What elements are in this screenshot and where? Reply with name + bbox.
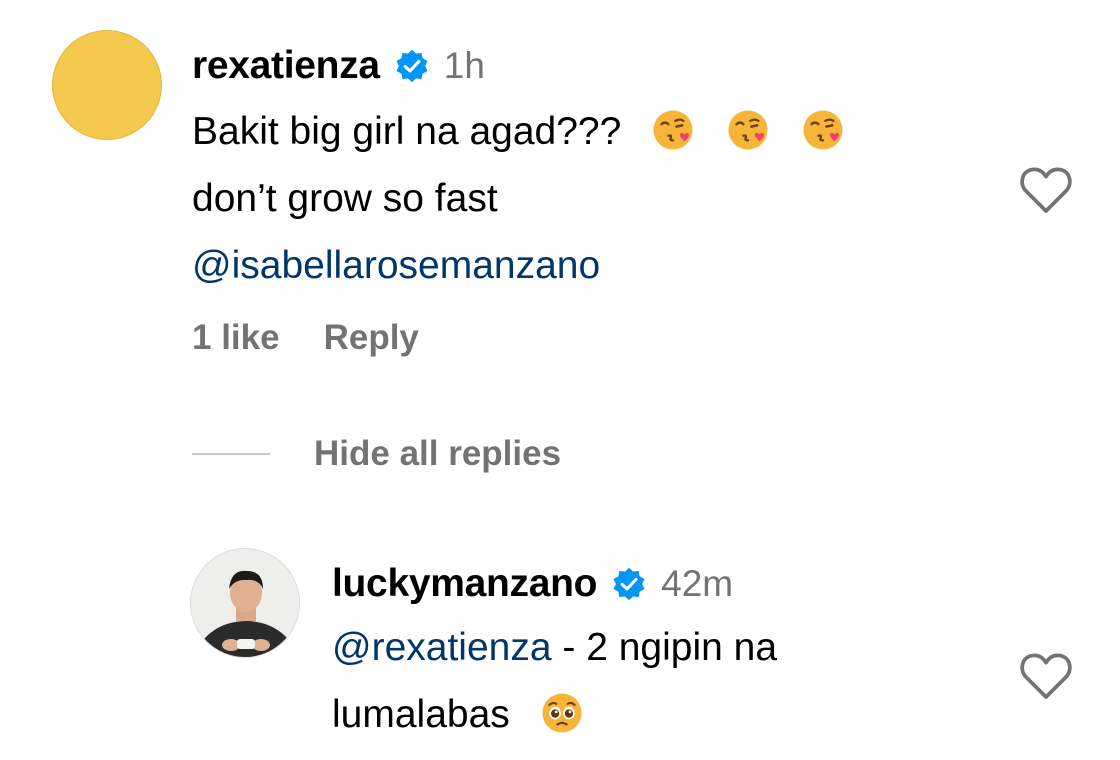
timestamp[interactable]: 1h — [444, 45, 485, 87]
reply-text: @rexatienza - 2 ngipin na lumalabas — [332, 614, 1012, 748]
comment: rexatienza 1h Bakit big girl na agad??? — [0, 0, 1120, 473]
verified-badge-icon — [396, 49, 428, 83]
timestamp[interactable]: 42m — [661, 563, 733, 605]
username[interactable]: rexatienza — [192, 44, 380, 88]
mention-link[interactable]: @rexatienza — [332, 626, 552, 669]
username[interactable]: luckymanzano — [332, 562, 597, 606]
profile-photo-icon — [191, 549, 299, 657]
avatar[interactable] — [52, 30, 162, 140]
reply-header: luckymanzano 42m — [332, 558, 733, 610]
reply-button[interactable]: Reply — [324, 318, 419, 358]
comment-actions: 1 like Reply — [192, 318, 419, 358]
hide-replies-button[interactable]: Hide all replies — [314, 434, 561, 474]
avatar[interactable] — [190, 548, 300, 658]
divider — [192, 453, 270, 455]
kissing-face-heart-icon — [803, 110, 843, 150]
pleading-face-icon — [542, 693, 582, 733]
comment-text: Bakit big girl na agad??? don’t grow so … — [192, 98, 952, 299]
reply-text-line1: - 2 ngipin na — [551, 626, 778, 669]
kissing-face-heart-icon — [728, 110, 768, 150]
like-count[interactable]: 1 like — [192, 318, 280, 358]
reply-text-line2: lumalabas — [332, 693, 510, 736]
like-heart-icon[interactable] — [1018, 164, 1074, 216]
comment-header: rexatienza 1h — [192, 40, 485, 92]
mention-link[interactable]: @isabellarosemanzano — [192, 244, 600, 287]
reply-comment: luckymanzano 42m @rexatienza - 2 ngipin … — [0, 530, 1120, 760]
kissing-face-heart-icon — [653, 110, 693, 150]
comment-text-line2: don’t grow so fast — [192, 177, 498, 220]
verified-badge-icon — [613, 567, 645, 601]
comment-text-line1: Bakit big girl na agad??? — [192, 110, 622, 153]
replies-toggle[interactable]: Hide all replies — [192, 434, 561, 474]
comment-text-line: Bakit big girl na agad??? — [192, 98, 952, 165]
like-heart-icon[interactable] — [1018, 650, 1074, 702]
